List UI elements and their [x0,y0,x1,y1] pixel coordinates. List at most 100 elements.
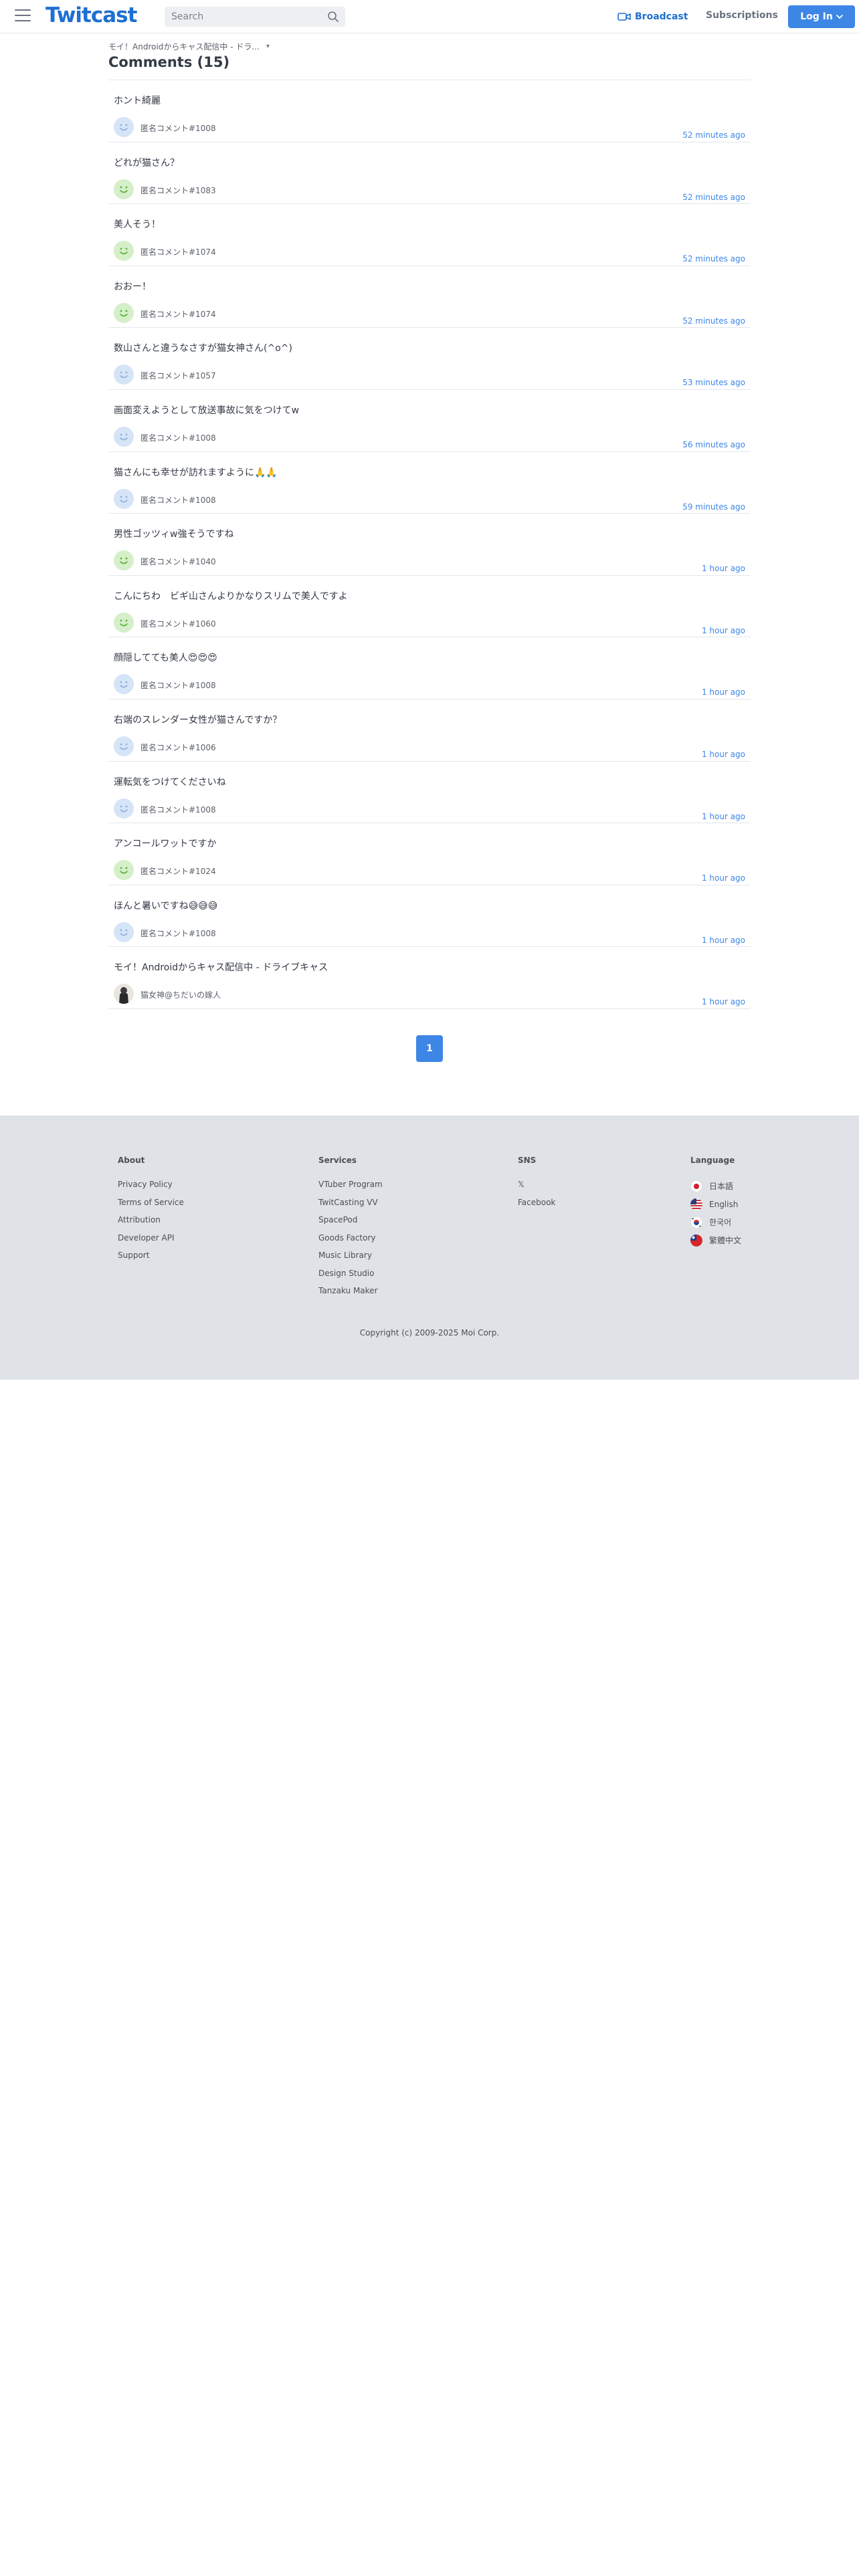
comment-time-link[interactable]: 1 hour ago [702,812,745,821]
anonymous-avatar-icon[interactable] [114,488,134,509]
comment-user[interactable]: 匿名コメント#1008 [140,432,216,443]
comment-time-link[interactable]: 52 minutes ago [682,316,745,326]
comment-user[interactable]: 匿名コメント#1057 [140,370,216,381]
menu-icon[interactable] [15,9,31,23]
language-option[interactable]: 繁體中文 [690,1231,741,1249]
anonymous-avatar-icon[interactable] [114,302,134,323]
comment-time-link[interactable]: 1 hour ago [702,936,745,945]
anonymous-avatar-icon[interactable] [114,179,134,199]
comment-user[interactable]: 猫女神@ちだいの嫁人 [140,989,221,1000]
language-option[interactable]: 日本語 [690,1177,741,1195]
anonymous-avatar-icon[interactable] [114,922,134,942]
broadcast-link[interactable]: Broadcast [617,10,688,23]
comment-row: 男性ゴッツィw強そうですね 匿名コメント#1040 1 hour ago [108,514,751,576]
subscriptions-link[interactable]: Subscriptions [706,10,778,21]
comment-time-link[interactable]: 52 minutes ago [682,130,745,140]
comment-user[interactable]: 匿名コメント#1083 [140,185,216,196]
comment-time-link[interactable]: 52 minutes ago [682,254,745,263]
language-label: 日本語 [709,1182,734,1191]
comment-time-link[interactable]: 1 hour ago [702,750,745,759]
comment-time-link[interactable]: 1 hour ago [702,873,745,883]
footer-about-link[interactable]: Terms of Service [118,1198,184,1216]
comment-text: 猫さんにも幸せが訪れますように🙏🙏 [114,467,278,478]
comment-text: 運転気をつけてくださいね [114,776,226,788]
anonymous-avatar-icon[interactable] [114,736,134,756]
comment-text: モイ！Androidからキャス配信中 - ドライブキャス [114,962,328,974]
footer-about-link[interactable]: Privacy Policy [118,1180,184,1198]
comment-row: ホント綺麗 匿名コメント#1008 52 minutes ago [108,80,751,142]
comment-row: ほんと暑いですね😅😅😅 匿名コメント#1008 1 hour ago [108,885,751,948]
comment-user[interactable]: 匿名コメント#1008 [140,122,216,134]
comment-user[interactable]: 匿名コメント#1074 [140,308,216,320]
comment-user[interactable]: 匿名コメント#1008 [140,804,216,815]
footer-services-link[interactable]: VTuber Program [318,1180,383,1198]
comment-user[interactable]: 匿名コメント#1008 [140,679,216,691]
anonymous-avatar-icon[interactable] [114,550,134,571]
login-button[interactable]: Log In [788,5,855,28]
footer-services-link[interactable]: TwitCasting VV [318,1198,383,1216]
comment-time-link[interactable]: 53 minutes ago [682,378,745,387]
twitcast-logo[interactable]: Twitcast [45,3,137,27]
footer-services-link[interactable]: Design Studio [318,1269,383,1287]
broadcast-label: Broadcast [635,11,688,22]
footer-about-link[interactable]: Attribution [118,1215,184,1233]
language-option[interactable]: English [690,1195,741,1213]
comment-user[interactable]: 匿名コメント#1008 [140,494,216,506]
anonymous-avatar-icon[interactable] [114,117,134,137]
footer-sns-link[interactable]: Facebook [518,1198,555,1216]
anonymous-avatar-icon[interactable] [114,612,134,633]
footer-about-link[interactable]: Support [118,1251,184,1269]
language-option[interactable]: 한국어 [690,1213,741,1231]
comment-user[interactable]: 匿名コメント#1060 [140,618,216,629]
top-header: Twitcast Broadcast Subscriptions Log In [0,0,859,33]
footer-sns-title: SNS [518,1156,537,1165]
comment-user[interactable]: 匿名コメント#1008 [140,928,216,939]
footer-services-link[interactable]: Music Library [318,1251,383,1269]
comment-text: 美人そう！ [114,219,161,231]
comment-text: アンコールワットですか [114,839,217,850]
anonymous-avatar-icon[interactable] [114,426,134,447]
comment-time-link[interactable]: 59 minutes ago [682,502,745,512]
comment-time-link[interactable]: 52 minutes ago [682,193,745,202]
comment-user[interactable]: 匿名コメント#1040 [140,556,216,567]
user-avatar[interactable] [114,984,134,1004]
footer-language-title: Language [690,1156,735,1165]
comment-row: アンコールワットですか匿名コメント#1024 1 hour ago [108,823,751,885]
comment-text: 数山さんと違うなさすが猫女神さん(^o^) [114,343,292,354]
taiwan-flag-icon [690,1234,702,1247]
anonymous-avatar-icon[interactable] [114,860,134,881]
search-icon[interactable] [327,11,339,23]
footer-services-link[interactable]: Tanzaku Maker [318,1286,383,1304]
comment-text: こんにちわ ビギ山さんよりかなりスリムで美人ですよ [114,591,348,602]
breadcrumb[interactable]: モイ！Androidからキャス配信中 - ドラ... ▾ [108,40,751,52]
comment-user[interactable]: 匿名コメント#1024 [140,865,216,877]
footer-services-link[interactable]: SpacePod [318,1215,383,1233]
page-button-1[interactable]: 1 [416,1035,443,1062]
comment-text: どれが猫さん？ [114,157,179,169]
footer-about-link[interactable]: Developer API [118,1233,184,1251]
comment-text: 画面変えようとして放送事故に気をつけてw [114,405,300,416]
anonymous-avatar-icon[interactable] [114,674,134,695]
comment-text: ほんと暑いですね😅😅😅 [114,900,218,911]
comment-time-link[interactable]: 1 hour ago [702,564,745,573]
comment-row: 顔隠してても美人😍😍😍 匿名コメント#1008 1 hour ago [108,637,751,700]
login-label: Log In [800,11,833,22]
comment-time-link[interactable]: 1 hour ago [702,997,745,1006]
comment-row: おおー！ 匿名コメント#1074 52 minutes ago [108,266,751,328]
anonymous-avatar-icon[interactable] [114,241,134,261]
comment-time-link[interactable]: 1 hour ago [702,626,745,635]
comment-text: 顔隠してても美人😍😍😍 [114,653,217,664]
search-box[interactable] [165,7,345,27]
search-input[interactable] [165,7,318,27]
comment-user[interactable]: 匿名コメント#1006 [140,742,216,753]
comment-user[interactable]: 匿名コメント#1074 [140,246,216,257]
comment-row: どれが猫さん？ 匿名コメント#1083 52 minutes ago [108,142,751,205]
comment-time-link[interactable]: 1 hour ago [702,687,745,697]
comment-time-link[interactable]: 56 minutes ago [682,440,745,449]
footer-sns-link[interactable]: 𝕏 [518,1180,555,1198]
anonymous-avatar-icon[interactable] [114,364,134,385]
footer-services-link[interactable]: Goods Factory [318,1233,383,1251]
footer-language: Language 日本語 English 한국어 繁體中文 [690,1156,741,1249]
comments-main: モイ！Androidからキャス配信中 - ドラ... ▾ Comments (1… [108,40,751,1009]
anonymous-avatar-icon[interactable] [114,798,134,819]
